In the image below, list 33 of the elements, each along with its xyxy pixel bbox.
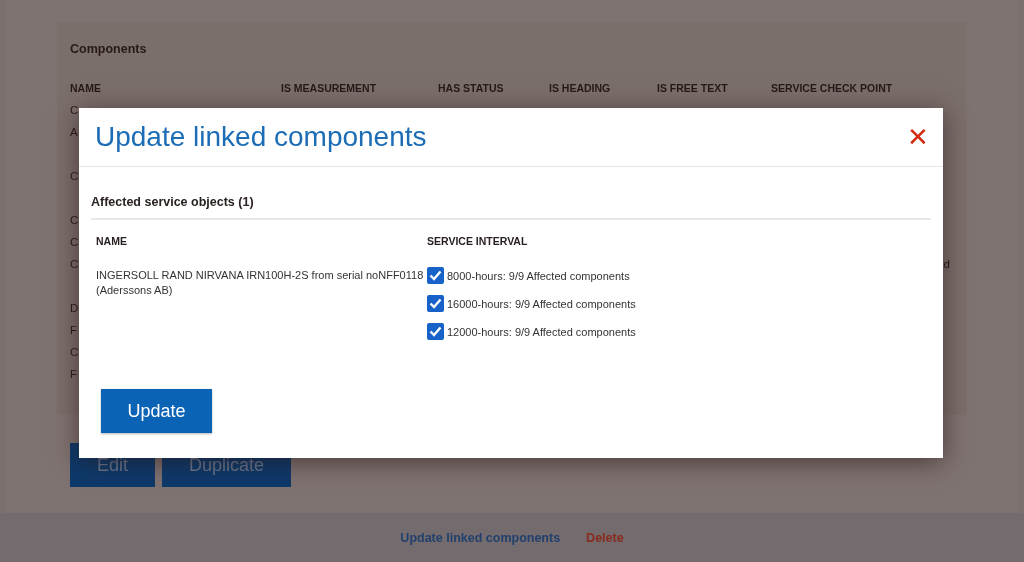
column-header: SERVICE INTERVAL — [427, 234, 529, 249]
table-cell: C — [70, 104, 79, 116]
column-header: SERVICE CHECK POINT — [771, 81, 894, 96]
table-cell: d — [943, 258, 950, 270]
object-name: INGERSOLL RAND NIRVANA IRN100H-2S from serial noNFF0118 (Aderssons AB) — [96, 268, 425, 298]
table-cell: A — [70, 126, 78, 138]
table-cell: C — [70, 214, 79, 226]
table-cell: C — [70, 170, 79, 182]
update-button[interactable]: Update — [101, 389, 212, 433]
interval-label: 16000-hours: 9/9 Affected components — [447, 297, 636, 310]
table-cell: C — [70, 258, 79, 270]
table-cell: F — [70, 324, 78, 336]
table-cell: C — [70, 236, 79, 248]
checkbox[interactable] — [427, 295, 444, 312]
dialog-title: Update linked components — [95, 121, 427, 153]
interval-label: 8000-hours: 9/9 Affected components — [447, 269, 630, 282]
section-title: Components — [70, 42, 148, 56]
column-header: IS MEASUREMENT — [281, 81, 378, 96]
column-header: IS FREE TEXT — [657, 81, 729, 96]
checkbox[interactable] — [427, 267, 444, 284]
interval-label: 12000-hours: 9/9 Affected components — [447, 325, 636, 338]
column-header: IS HEADING — [549, 81, 612, 96]
close-button[interactable]: ✕ — [907, 124, 929, 150]
footer-link[interactable]: Update linked components — [400, 530, 561, 545]
column-header: NAME — [96, 234, 128, 249]
table-cell: F — [70, 368, 78, 380]
column-header: HAS STATUS — [438, 81, 505, 96]
section-title: Affected service objects (1) — [91, 167, 931, 220]
checkbox[interactable] — [427, 323, 444, 340]
column-header: NAME — [70, 81, 102, 96]
table-cell: C — [70, 346, 79, 358]
delete-link[interactable]: Delete — [586, 530, 624, 545]
table-cell: D — [70, 302, 79, 314]
